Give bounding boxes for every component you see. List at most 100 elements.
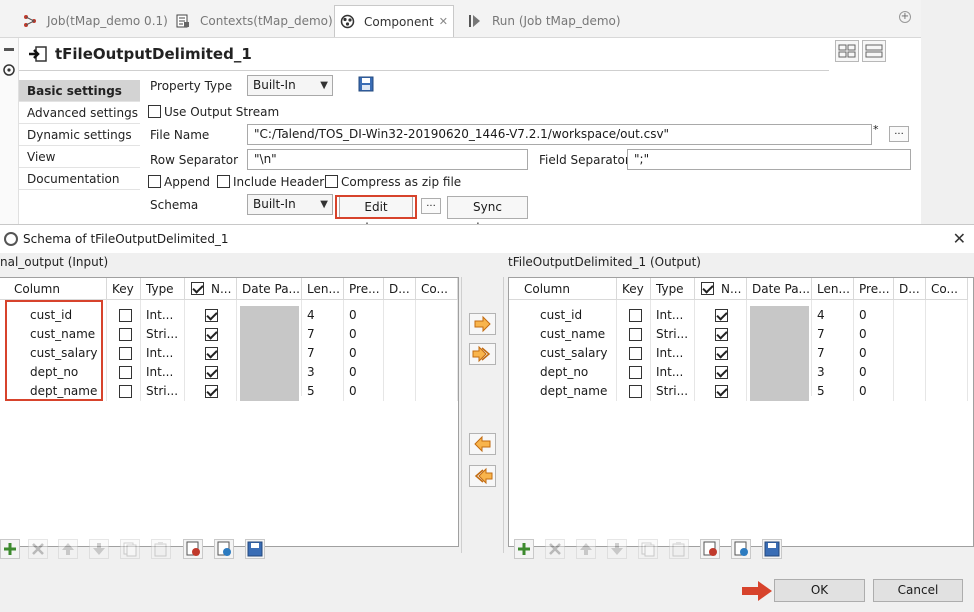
cell-type[interactable]: Int...	[141, 306, 185, 325]
remove-column-icon[interactable]	[28, 539, 48, 559]
key-checkbox[interactable]	[629, 309, 642, 322]
column-header-null[interactable]: N...	[695, 278, 747, 300]
date-pattern-cell[interactable]	[750, 325, 809, 344]
cell-d[interactable]	[384, 363, 416, 382]
cell-null[interactable]	[695, 363, 747, 382]
cell-type[interactable]: Stri...	[651, 325, 695, 344]
grid-view-icon[interactable]	[835, 40, 859, 62]
table-row[interactable]: cust_name Stri... 7 0	[509, 325, 968, 344]
date-pattern-cell[interactable]	[750, 363, 809, 382]
cell-length[interactable]: 5	[812, 382, 854, 401]
add-column-icon[interactable]	[0, 539, 20, 559]
use-output-stream-checkbox[interactable]	[148, 105, 161, 118]
nullable-checkbox[interactable]	[205, 366, 218, 379]
cell-length[interactable]: 3	[302, 363, 344, 382]
cell-null[interactable]	[695, 325, 747, 344]
cell-key[interactable]	[107, 363, 141, 382]
cell-d[interactable]	[894, 344, 926, 363]
schema-select[interactable]: Built-In ▼	[247, 194, 333, 215]
cell-type[interactable]: Stri...	[141, 382, 185, 401]
date-pattern-cell[interactable]	[240, 325, 299, 344]
cell-length[interactable]: 7	[302, 344, 344, 363]
nav-view[interactable]: View	[19, 146, 140, 168]
cell-prec[interactable]: 0	[344, 382, 384, 401]
cell-key[interactable]	[107, 344, 141, 363]
column-header-type[interactable]: Type	[651, 278, 695, 300]
move-down-icon[interactable]	[89, 539, 109, 559]
key-checkbox[interactable]	[119, 347, 132, 360]
remove-column-icon[interactable]	[545, 539, 565, 559]
table-row[interactable]: cust_id Int... 4 0	[509, 306, 968, 325]
nullable-checkbox[interactable]	[205, 385, 218, 398]
nullable-checkbox[interactable]	[715, 385, 728, 398]
nav-dynamic-settings[interactable]: Dynamic settings	[19, 124, 140, 146]
column-header-length[interactable]: Len...	[302, 278, 344, 300]
cell-co[interactable]	[926, 363, 968, 382]
date-pattern-cell[interactable]	[750, 344, 809, 363]
save-schema-icon[interactable]	[762, 539, 782, 559]
cell-key[interactable]	[617, 363, 651, 382]
cell-prec[interactable]: 0	[344, 306, 384, 325]
column-header-column[interactable]: Column	[0, 278, 107, 300]
import-schema-icon[interactable]	[183, 539, 203, 559]
cell-d[interactable]	[384, 325, 416, 344]
column-header-co[interactable]: Co...	[416, 278, 458, 300]
cell-type[interactable]: Int...	[651, 363, 695, 382]
cell-null[interactable]	[185, 344, 237, 363]
column-header-type[interactable]: Type	[141, 278, 185, 300]
key-checkbox[interactable]	[119, 366, 132, 379]
cell-type[interactable]: Stri...	[141, 325, 185, 344]
key-checkbox[interactable]	[119, 328, 132, 341]
column-header-date[interactable]: Date Pa...	[747, 278, 812, 300]
nullable-header-checkbox[interactable]	[701, 282, 714, 295]
column-header-null[interactable]: N...	[185, 278, 237, 300]
cell-column[interactable]: dept_no	[509, 363, 617, 382]
cell-length[interactable]: 7	[812, 325, 854, 344]
table-row[interactable]: dept_no Int... 3 0	[509, 363, 968, 382]
cell-co[interactable]	[926, 325, 968, 344]
nullable-checkbox[interactable]	[205, 309, 218, 322]
cell-type[interactable]: Stri...	[651, 382, 695, 401]
cell-prec[interactable]: 0	[344, 363, 384, 382]
cell-key[interactable]	[617, 382, 651, 401]
cell-length[interactable]: 7	[302, 325, 344, 344]
nullable-header-checkbox[interactable]	[191, 282, 204, 295]
cell-d[interactable]	[894, 306, 926, 325]
key-checkbox[interactable]	[629, 347, 642, 360]
nav-basic-settings[interactable]: Basic settings	[19, 80, 140, 102]
table-row[interactable]: dept_name Stri... 5 0	[509, 382, 968, 401]
cell-co[interactable]	[416, 306, 458, 325]
tab-contexts[interactable]: Contexts(tMap_demo)	[175, 5, 333, 37]
add-view-icon[interactable]: +	[899, 11, 911, 23]
cell-null[interactable]	[695, 382, 747, 401]
append-checkbox[interactable]	[148, 175, 161, 188]
key-checkbox[interactable]	[629, 366, 642, 379]
cell-type[interactable]: Int...	[141, 363, 185, 382]
cell-column[interactable]: dept_name	[509, 382, 617, 401]
tab-job[interactable]: Job(tMap_demo 0.1)	[22, 5, 168, 37]
cell-key[interactable]	[617, 306, 651, 325]
column-header-prec[interactable]: Pre...	[854, 278, 894, 300]
cell-null[interactable]	[185, 382, 237, 401]
list-view-icon[interactable]	[862, 40, 886, 62]
cell-null[interactable]	[695, 306, 747, 325]
paste-icon[interactable]	[669, 539, 689, 559]
cell-co[interactable]	[416, 325, 458, 344]
cell-column[interactable]: cust_id	[509, 306, 617, 325]
cell-d[interactable]	[384, 382, 416, 401]
key-checkbox[interactable]	[119, 385, 132, 398]
save-icon[interactable]	[358, 76, 374, 92]
cell-length[interactable]: 3	[812, 363, 854, 382]
export-schema-icon[interactable]	[214, 539, 234, 559]
cell-prec[interactable]: 0	[854, 382, 894, 401]
add-column-icon[interactable]	[514, 539, 534, 559]
nullable-checkbox[interactable]	[715, 366, 728, 379]
key-checkbox[interactable]	[629, 328, 642, 341]
date-pattern-cell[interactable]	[240, 306, 299, 325]
move-down-icon[interactable]	[607, 539, 627, 559]
tab-run[interactable]: Run (Job tMap_demo)	[467, 5, 621, 37]
column-header-d[interactable]: D...	[384, 278, 416, 300]
cell-length[interactable]: 4	[302, 306, 344, 325]
paste-icon[interactable]	[151, 539, 171, 559]
nullable-checkbox[interactable]	[715, 328, 728, 341]
